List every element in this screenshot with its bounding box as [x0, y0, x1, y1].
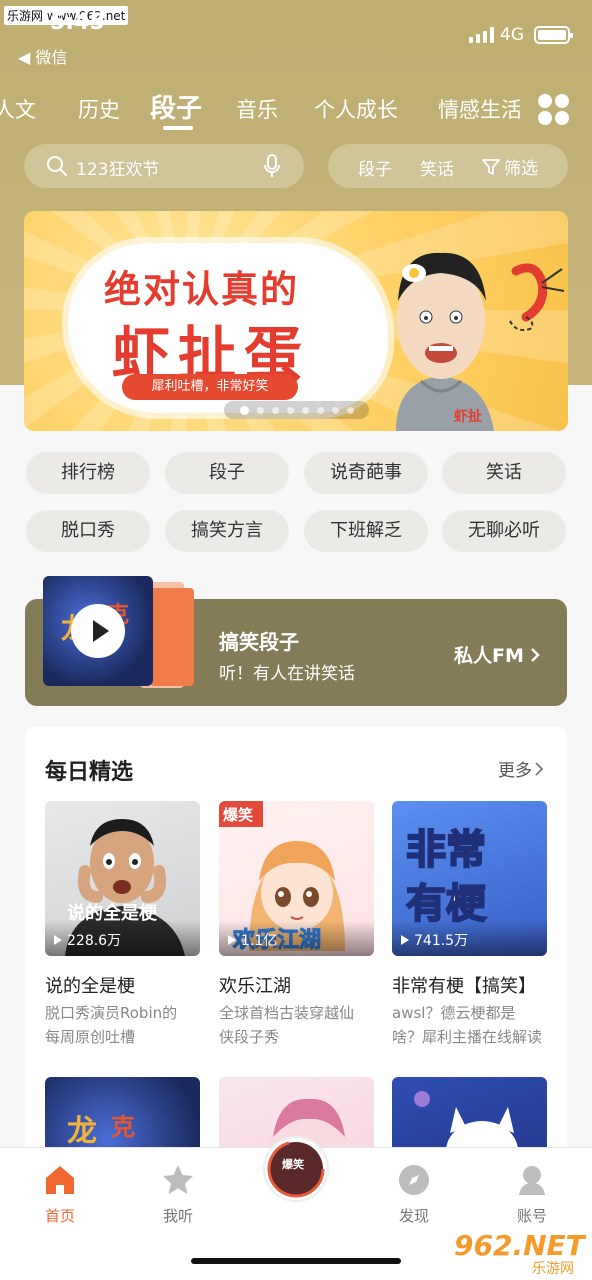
more-label: 更多 [498, 761, 532, 781]
funnel-icon [482, 158, 500, 175]
nav-account-label: 账号 [516, 1207, 547, 1225]
home-icon [46, 1166, 74, 1194]
nav-account[interactable]: 账号 [502, 1163, 562, 1226]
tab-personal-growth[interactable]: 个人成长 [314, 94, 398, 124]
play-count: 1.1亿 [227, 930, 277, 950]
search-placeholder: 123狂欢节 [76, 160, 160, 180]
svg-text:克: 克 [111, 1113, 135, 1141]
tab-music[interactable]: 音乐 [236, 94, 278, 124]
album-cover[interactable]: 非常 有梗 741.5万 [392, 801, 547, 956]
account-icon [519, 1166, 545, 1195]
svg-text:爆笑: 爆笑 [282, 1157, 304, 1171]
nav-my-listening[interactable]: 我听 [148, 1163, 208, 1226]
now-playing-button[interactable]: 爆笑 [265, 1138, 327, 1200]
search-input[interactable]: 123狂欢节 [24, 144, 304, 188]
album-description: 全球首档古装穿越仙 侠段子秀 [219, 1004, 355, 1046]
chip-boredom[interactable]: 无聊必听 [442, 510, 566, 552]
album-cover[interactable]: 说的全是梗 228.6万 [45, 801, 200, 956]
home-indicator [191, 1258, 401, 1264]
chip-dialect[interactable]: 搞笑方言 [165, 510, 289, 552]
tab-emotional-life[interactable]: 情感生活 [438, 94, 520, 124]
chip-jokes[interactable]: 段子 [165, 452, 289, 494]
play-count: 741.5万 [400, 930, 468, 950]
status-time: 5:45 [50, 10, 105, 35]
back-to-app-link[interactable]: ◀ 微信 [18, 44, 67, 68]
signal-icon [469, 27, 494, 43]
chip-weird-stories[interactable]: 说奇葩事 [304, 452, 428, 494]
play-count-icon [54, 935, 62, 945]
nav-discover-label: 发现 [398, 1207, 429, 1225]
tab-jokes[interactable]: 段子 [150, 88, 202, 125]
chip-funny[interactable]: 笑话 [442, 452, 566, 494]
chip-after-work[interactable]: 下班解乏 [304, 510, 428, 552]
fm-title: 搞笑段子 [219, 630, 299, 654]
album-cover[interactable]: 爆笑 欢乐江湖 1.1亿 [219, 801, 374, 956]
banner-title-line1: 绝对认真的 [104, 268, 299, 311]
play-count: 228.6万 [53, 930, 121, 950]
section-title: 每日精选 [45, 760, 134, 785]
search-icon [47, 156, 67, 176]
filter-jokes[interactable]: 段子 [358, 155, 392, 180]
now-playing-cover: 爆笑 [267, 1140, 325, 1198]
nav-home-label: 首页 [44, 1207, 75, 1225]
network-type: 4G [500, 25, 524, 45]
nav-discover[interactable]: 发现 [384, 1163, 444, 1226]
play-count-icon [228, 935, 236, 945]
banner-pagination [224, 401, 369, 419]
chip-ranking[interactable]: 排行榜 [26, 452, 150, 494]
shrimp-icon [509, 263, 565, 331]
category-tabs: 人文 历史 段子 音乐 个人成长 情感生活 [0, 86, 520, 130]
svg-text:龙: 龙 [67, 1114, 97, 1149]
battery-icon [534, 26, 573, 44]
chip-standup[interactable]: 脱口秀 [26, 510, 150, 552]
chevron-right-icon [531, 647, 540, 662]
album-title[interactable]: 欢乐江湖 [219, 972, 379, 998]
host-cartoon-illustration: 虾扯 [396, 252, 494, 431]
active-tab-indicator [163, 126, 193, 130]
compass-icon [399, 1165, 429, 1195]
nav-home[interactable]: 首页 [30, 1163, 90, 1226]
play-icon [93, 620, 109, 642]
all-categories-icon[interactable] [538, 94, 570, 126]
personal-fm-label: 私人FM [454, 645, 524, 667]
status-bar: 乐游网 www.962.net 5:45 ◀ 微信 4G [0, 0, 592, 70]
fm-cover-stack-back [150, 588, 194, 686]
album-description: awsl？德云梗都是 啥？犀利主播在线解读 [392, 1004, 543, 1046]
filter-funny[interactable]: 笑话 [420, 155, 454, 180]
microphone-icon[interactable] [264, 154, 280, 178]
filter-bar: 段子 笑话 筛选 [328, 144, 568, 188]
tab-history[interactable]: 历史 [78, 94, 120, 124]
filter-button[interactable]: 筛选 [482, 154, 538, 179]
svg-text:乐游网: 乐游网 [532, 1261, 574, 1277]
banner-tagline: 犀利吐槽，非常好笑 [122, 374, 298, 400]
nav-my-listening-label: 我听 [162, 1207, 193, 1225]
tab-humanities[interactable]: 人文 [0, 94, 36, 124]
watermark-logo: 962.NET 乐游网 [454, 1229, 587, 1277]
svg-text:非常: 非常 [406, 827, 486, 873]
play-count-icon [401, 935, 409, 945]
album-description: 脱口秀演员Robin的 每周原创吐槽 [45, 1004, 178, 1046]
promo-banner[interactable]: 绝对认真的 虾扯蛋 犀利吐槽，非常好笑 虾扯 [24, 211, 568, 431]
svg-text:962.NET: 962.NET [454, 1229, 587, 1262]
album-title[interactable]: 说的全是梗 [45, 972, 205, 998]
chevron-right-icon [535, 761, 543, 776]
personal-fm-link[interactable]: 私人FM [454, 641, 540, 668]
more-link[interactable]: 更多 [498, 756, 543, 781]
album-title[interactable]: 非常有梗【搞笑】 [392, 972, 548, 998]
star-icon [163, 1165, 193, 1194]
play-button[interactable] [71, 604, 125, 658]
fm-subtitle: 听！有人在讲笑话 [219, 664, 355, 684]
svg-text:虾扯: 虾扯 [454, 408, 482, 425]
svg-text:爆笑: 爆笑 [223, 806, 253, 824]
filter-label: 筛选 [504, 159, 538, 179]
